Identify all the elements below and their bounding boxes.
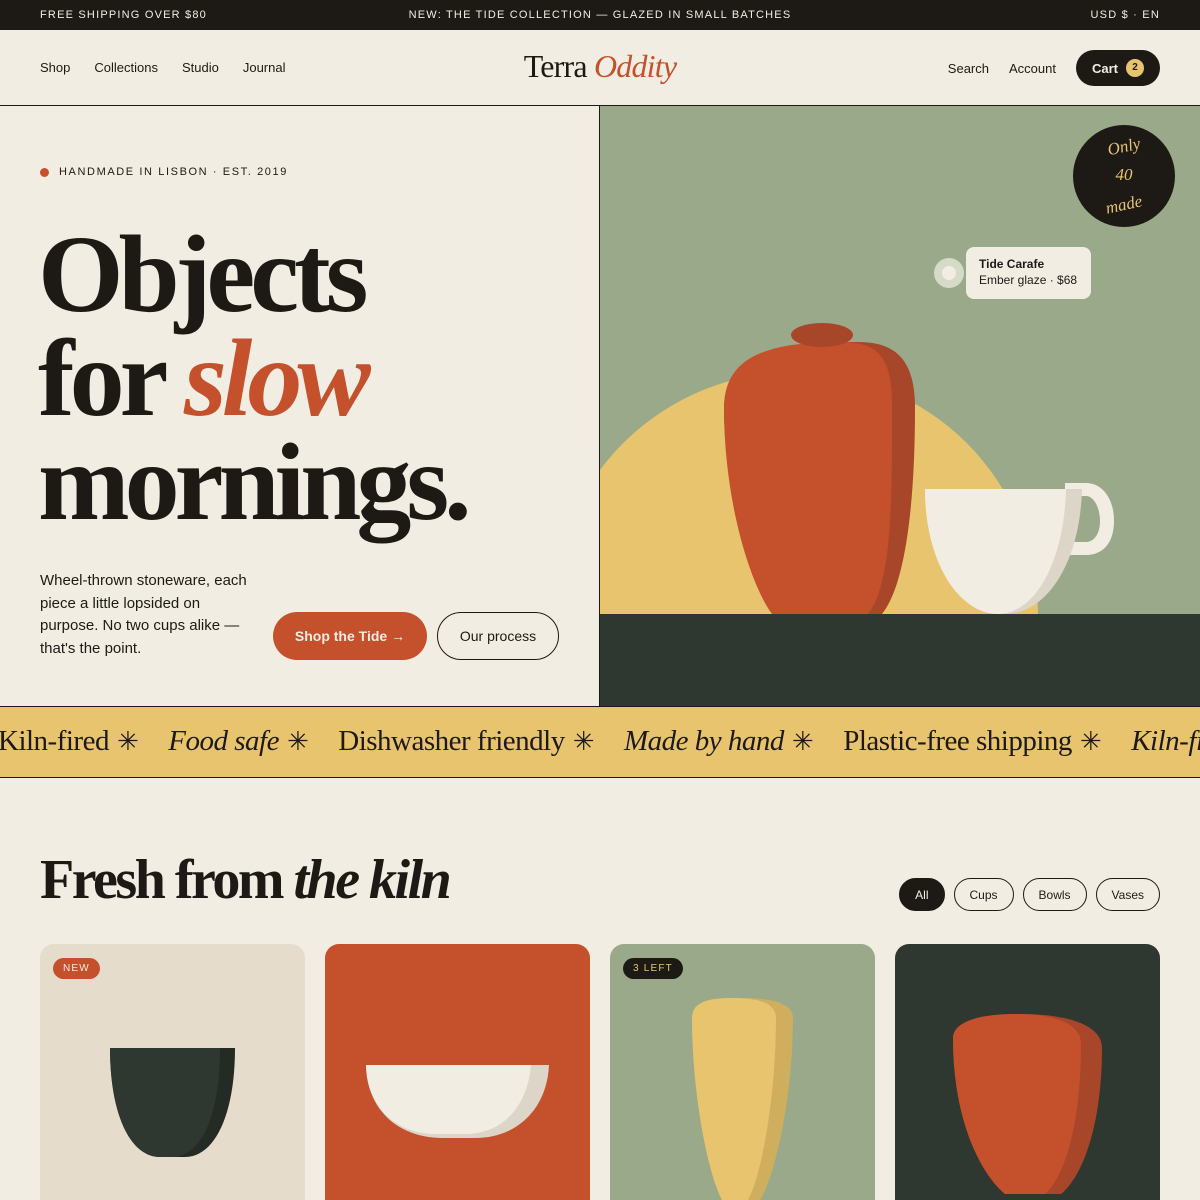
collection-notice[interactable]: NEW: THE TIDE COLLECTION — GLAZED IN SMA…	[0, 9, 1200, 21]
section-title-accent: the kiln	[293, 849, 451, 911]
category-filters: All Cups Bowls Vases	[899, 878, 1160, 911]
section-title: Fresh from the kiln	[40, 848, 452, 912]
filter-vases[interactable]: Vases	[1095, 878, 1160, 911]
cart-button[interactable]: Cart 2	[1075, 50, 1160, 86]
marquee-item: Kiln-fired✳	[0, 725, 139, 758]
filter-all[interactable]: All	[899, 878, 945, 911]
asterisk-icon: ✳	[116, 727, 139, 757]
hero-description: Wheel-thrown stoneware, each piece a lit…	[40, 572, 247, 657]
shelf-surface	[600, 614, 1200, 706]
marquee-item-text: Made by hand	[624, 725, 784, 757]
marquee-item: Dishwasher friendly ✳	[338, 725, 594, 758]
marquee-item: Kiln-fired✳	[1131, 725, 1200, 758]
logo-primary: Terra	[523, 48, 588, 84]
stock-badge: 3 LEFT	[623, 958, 683, 979]
marquee-item-text: Kiln-fired	[0, 725, 109, 757]
badge-line-2: 40	[1115, 165, 1133, 184]
product-tooltip[interactable]: Tide Carafe Ember glaze · $68	[966, 247, 1091, 299]
vase-illustration	[692, 998, 793, 1200]
marquee-item: Plastic-free shipping ✳	[843, 725, 1102, 758]
product-card-1[interactable]: NEW	[40, 944, 305, 1200]
header-actions: Search Account Cart 2	[948, 50, 1160, 86]
marquee-item: Food safe ✳	[168, 725, 308, 758]
site-header: Shop Collections Studio Journal Terra Od…	[0, 30, 1200, 106]
search-link[interactable]: Search	[948, 61, 989, 76]
vase-illustration	[953, 1014, 1102, 1194]
marquee-item-text: Dishwasher friendly	[338, 725, 565, 757]
product-hotspot[interactable]	[934, 258, 964, 288]
product-card-4[interactable]	[895, 944, 1160, 1200]
marquee-item-text: Food safe	[168, 725, 279, 757]
logo-accent: Oddity	[593, 48, 677, 84]
dot-icon	[40, 167, 49, 177]
asterisk-icon: ✳	[572, 727, 595, 757]
marquee-item-text: Kiln-fired	[1131, 725, 1200, 757]
product-card-2[interactable]	[325, 944, 590, 1200]
hero-headline: Objects for slow mornings.	[38, 219, 472, 537]
hero-eyebrow: HANDMADE IN LISBON · EST. 2019	[40, 166, 288, 178]
hero-illustration-panel: Only 40 made Tide Carafe Ember glaze · $…	[600, 106, 1200, 706]
features-marquee: Kiln-fired ✳ Food safe ✳ Dishwasher friendly…	[0, 706, 1200, 778]
eyebrow-text: HANDMADE IN LISBON · EST. 2019	[59, 166, 288, 178]
filter-bowls[interactable]: Bowls	[1022, 878, 1087, 911]
account-link[interactable]: Account	[1009, 61, 1056, 76]
cup-illustration	[110, 1048, 235, 1157]
tooltip-title: Tide Carafe	[979, 257, 1045, 271]
announcement-bar: FREE SHIPPING OVER $80 NEW: THE TIDE COL…	[0, 0, 1200, 30]
bowl-illustration	[366, 1065, 549, 1138]
cart-label: Cart	[1091, 60, 1118, 76]
cart-count-badge: 2	[1126, 59, 1144, 77]
marquee-item: Made by hand ✳	[624, 725, 814, 758]
product-card-3[interactable]: 3 LEFT	[610, 944, 875, 1200]
tooltip-subtitle: Ember glaze · $68	[979, 273, 1078, 287]
carafe-illustration[interactable]	[724, 323, 915, 614]
headline-line-3: mornings.	[38, 421, 472, 543]
our-process-button[interactable]: Our process	[437, 612, 559, 660]
currency-language-selector[interactable]: USD $ · EN	[1091, 9, 1160, 21]
limited-edition-badge: Only 40 made	[1073, 125, 1175, 227]
asterisk-icon: ✳	[286, 727, 309, 757]
asterisk-icon: ✳	[1079, 727, 1102, 757]
section-title-plain: Fresh from	[40, 849, 294, 911]
filter-cups[interactable]: Cups	[953, 878, 1014, 911]
shop-the-tide-button[interactable]: Shop the Tide →	[273, 612, 427, 660]
marquee-item-text: Plastic-free shipping	[843, 725, 1072, 757]
new-badge: NEW	[53, 958, 100, 979]
asterisk-icon: ✳	[791, 727, 814, 757]
marquee-track: Kiln-fired ✳ Food safe ✳ Dishwasher friendly…	[0, 725, 1200, 758]
hero-text-panel: HANDMADE IN LISBON · EST. 2019 Objects f…	[0, 106, 600, 706]
